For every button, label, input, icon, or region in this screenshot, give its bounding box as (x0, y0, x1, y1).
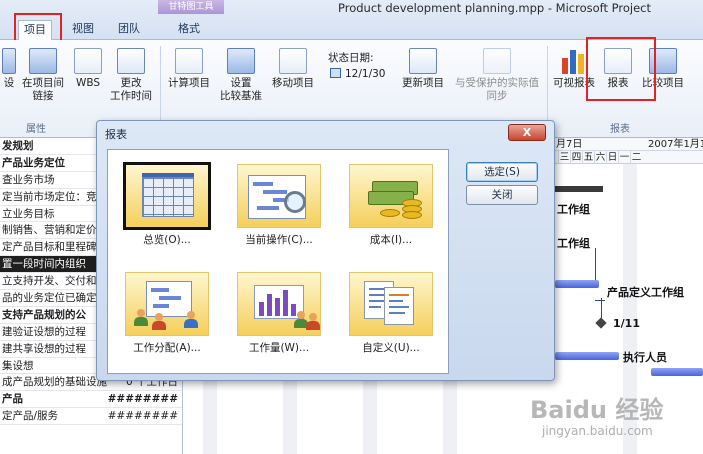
tab-team[interactable]: 团队 (112, 20, 146, 40)
link-projects-icon (29, 48, 57, 74)
task-bar[interactable] (651, 368, 703, 376)
title-bar: 甘特图工具 Product development planning.mpp -… (0, 0, 703, 40)
move-project-button[interactable]: 移动项目 (268, 48, 318, 90)
task-bar[interactable] (555, 280, 599, 288)
custom-docs-icon (349, 272, 433, 336)
close-button[interactable]: 关闭 (466, 185, 538, 205)
status-date-label: 状态日期: (328, 52, 374, 64)
select-button[interactable]: 选定(S) (466, 162, 538, 182)
move-project-icon (279, 48, 307, 74)
project-information-button[interactable]: 设 (0, 48, 18, 90)
milestone-date: 1/11 (613, 317, 640, 330)
project-tab-highlight-box (14, 13, 62, 43)
group-label-reports: 报表 (610, 124, 630, 135)
project-info-icon (2, 48, 16, 74)
update-project-icon (409, 48, 437, 74)
sync-icon (483, 48, 511, 74)
calculate-project-button[interactable]: 计算项目 (164, 48, 214, 90)
timescale-week-start: 2007年1月14 (648, 139, 703, 150)
calendar-icon (330, 68, 341, 78)
reports-button-highlight-box (586, 37, 656, 101)
day-label: 日 (606, 151, 618, 164)
tab-view[interactable]: 视图 (66, 20, 100, 40)
window-title: Product development planning.mpp - Micro… (338, 1, 651, 15)
day-label: 三 (558, 151, 570, 164)
report-category-workload[interactable]: 工作量(W)... (224, 266, 334, 368)
timescale: 月7日 2007年1月14 三 四 五 六 日 一 二 (548, 138, 703, 164)
day-label: 六 (594, 151, 606, 164)
group-label-properties: 属性 (26, 124, 46, 135)
tab-format[interactable]: 格式 (172, 20, 206, 40)
watermark: Baidu 经验 jingyan.baidu.com (530, 390, 700, 450)
gantt-magnifier-icon (237, 164, 321, 228)
day-label: 五 (582, 151, 594, 164)
wbs-button[interactable]: WBS (70, 48, 106, 90)
milestone-marker[interactable] (595, 317, 607, 329)
status-date-field[interactable]: 12/1/30 (330, 68, 385, 80)
sync-protected-actuals-button[interactable]: 与受保护的实际值 同步 (450, 48, 544, 103)
watermark-logo: Baidu 经验 (530, 396, 664, 424)
table-row[interactable]: 产品 ######## (0, 391, 182, 409)
close-icon: X (522, 126, 532, 139)
set-baseline-button[interactable]: 设置 比较基准 (216, 48, 266, 103)
resource-label: 执行人员 (623, 351, 667, 364)
summary-bar[interactable] (555, 186, 603, 192)
day-label: 一 (618, 151, 630, 164)
bar-chart-icon (560, 48, 588, 74)
report-category-current-activities[interactable]: 当前操作(C)... (224, 158, 334, 260)
report-category-custom[interactable]: 自定义(U)... (336, 266, 446, 368)
calculate-icon (175, 48, 203, 74)
reports-dialog: 报表 X 总览(O)... 当前操作(C)... 成本(I)... 工作分配(A… (96, 120, 555, 381)
status-date-value: 12/1/30 (345, 68, 386, 80)
resource-label: 产品定义工作组 (607, 286, 684, 299)
resource-label: 工作组 (557, 203, 590, 216)
baseline-icon (227, 48, 255, 74)
resource-label: 工作组 (557, 237, 590, 250)
wbs-icon (74, 48, 102, 74)
report-category-overview[interactable]: 总览(O)... (112, 158, 222, 260)
watermark-url: jingyan.baidu.com (542, 424, 653, 438)
money-coins-icon (349, 164, 433, 228)
dialog-close-button[interactable]: X (508, 124, 546, 141)
change-working-time-button[interactable]: 更改 工作时间 (106, 48, 156, 103)
dialog-title: 报表 (105, 128, 127, 141)
table-row[interactable]: 定产品/服务 ######## (0, 408, 182, 426)
link-between-projects-button[interactable]: 在项目间 链接 (18, 48, 68, 103)
calendar-clock-icon (117, 48, 145, 74)
report-category-assignments[interactable]: 工作分配(A)... (112, 266, 222, 368)
day-label: 四 (570, 151, 582, 164)
assignments-icon (125, 272, 209, 336)
calendar-icon (123, 162, 211, 230)
day-label: 二 (630, 151, 642, 164)
report-category-panel: 总览(O)... 当前操作(C)... 成本(I)... 工作分配(A)... … (107, 149, 449, 374)
timescale-prev-week: 月7日 (556, 139, 583, 150)
update-project-button[interactable]: 更新项目 (398, 48, 448, 90)
gantt-tools-context-header: 甘特图工具 (158, 0, 224, 14)
workload-chart-icon (237, 272, 321, 336)
report-category-costs[interactable]: 成本(I)... (336, 158, 446, 260)
task-bar[interactable] (555, 352, 619, 360)
